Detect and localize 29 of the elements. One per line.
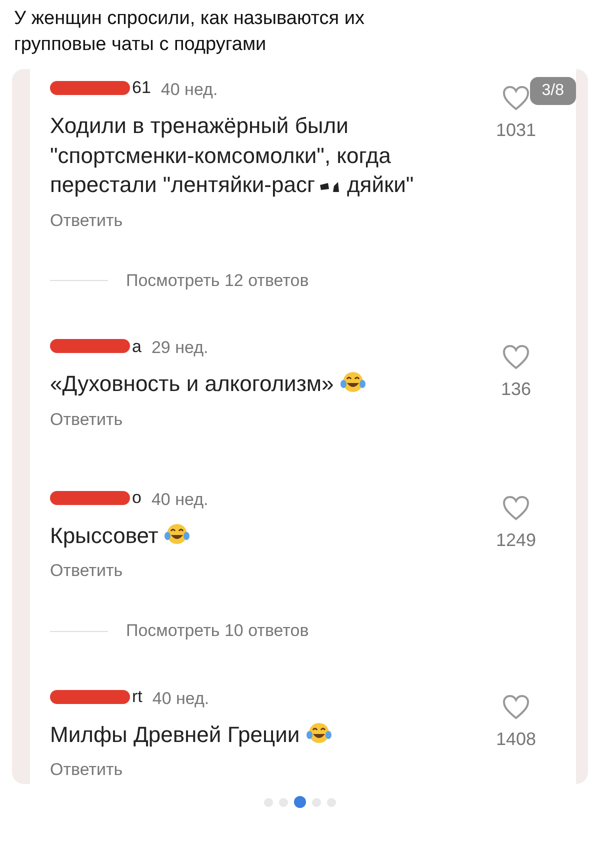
- slide-counter: 3/8: [530, 77, 576, 106]
- reply-link[interactable]: Ответить: [50, 757, 123, 783]
- comment-time: 40 нед.: [151, 490, 208, 509]
- username[interactable]: rt: [50, 684, 142, 710]
- like-count: 1031: [496, 119, 536, 142]
- view-replies-link[interactable]: Посмотреть 12 ответов: [126, 268, 309, 294]
- comment-text: Милфы Древней Греции: [50, 720, 476, 750]
- heart-icon[interactable]: [502, 495, 530, 522]
- heart-icon[interactable]: [502, 694, 530, 720]
- comment-text: Крыссовет: [50, 520, 476, 550]
- username[interactable]: 61: [50, 75, 151, 101]
- reply-link[interactable]: Ответить: [50, 558, 123, 584]
- comment-text: Ходили в тренажёрный были "спортсменки-комсомолки", когда перестали "лентяйки-расг дяйки": [50, 112, 415, 200]
- reply-link[interactable]: Ответить: [50, 208, 123, 234]
- like-count: 1249: [496, 529, 536, 552]
- like-count: 1408: [496, 728, 536, 751]
- comment-time: 29 нед.: [151, 338, 208, 358]
- page-dot[interactable]: [294, 796, 306, 808]
- comment-time: 40 нед.: [152, 688, 210, 708]
- reply-link[interactable]: Ответить: [50, 407, 123, 433]
- comment-text: «Духовность и алкоголизм»: [50, 369, 476, 400]
- heart-icon[interactable]: [502, 85, 530, 112]
- view-replies-link[interactable]: Посмотреть 10 ответов: [126, 618, 309, 644]
- post-caption: У женщин спросили, как называются их групповые чаты с подругами: [13, 7, 366, 57]
- comment-time: 40 нед.: [160, 80, 218, 100]
- username[interactable]: a: [50, 334, 142, 360]
- like-count: 136: [500, 378, 532, 401]
- heart-icon[interactable]: [502, 344, 530, 370]
- username[interactable]: o: [50, 485, 142, 511]
